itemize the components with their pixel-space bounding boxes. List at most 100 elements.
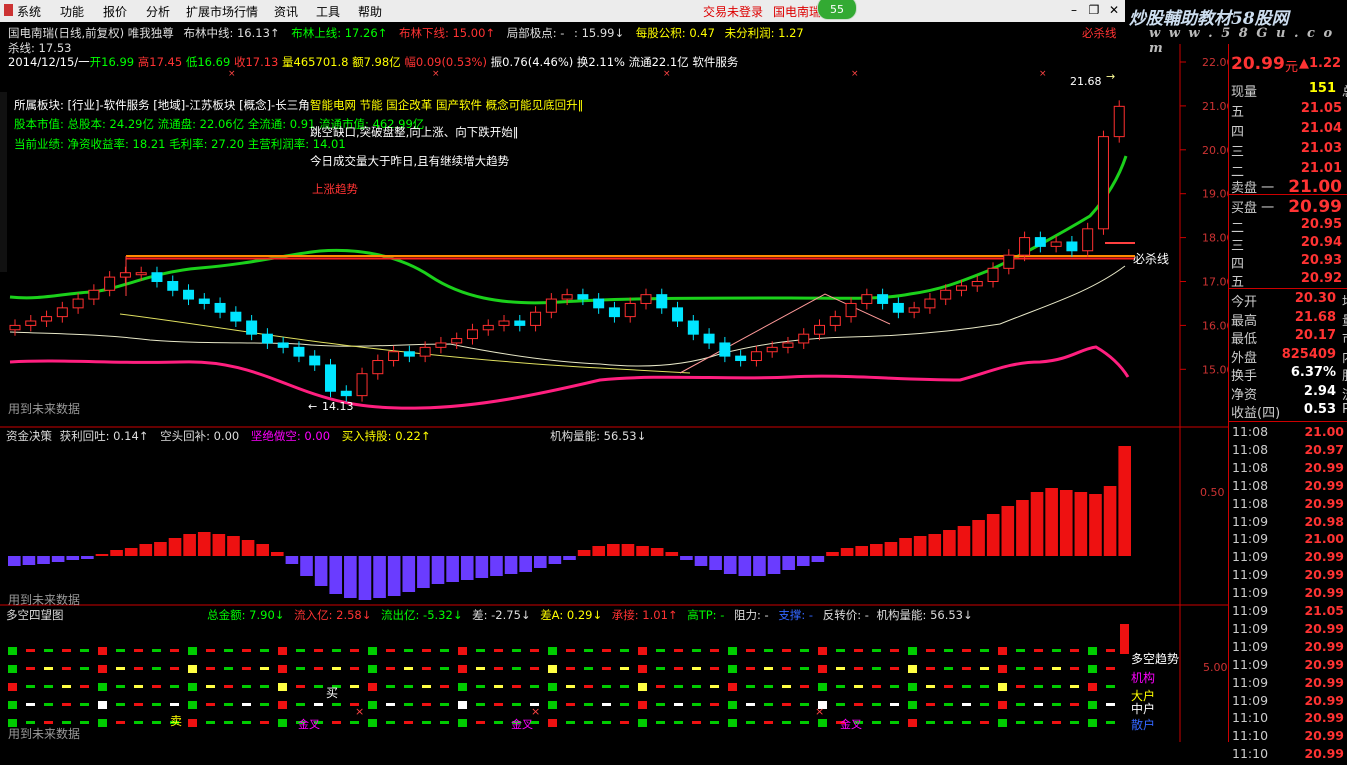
tick-row[interactable]: 11:09 20.99 xyxy=(1229,567,1347,586)
fund-bar xyxy=(197,532,211,556)
signal-dash xyxy=(908,665,917,673)
tick-row[interactable]: 11:09 20.98 xyxy=(1229,514,1347,533)
tick-row[interactable]: 11:09 20.99 xyxy=(1229,657,1347,676)
tick-row[interactable]: 11:09 21.00 xyxy=(1229,531,1347,550)
connection-badge[interactable]: 55 xyxy=(817,0,857,20)
signal-dash xyxy=(980,649,989,652)
chart-area[interactable]: 22.00 21.00 20.00 19.00 18.00 17.00 16.00 15.00… xyxy=(0,44,1228,742)
stock-tab[interactable]: 国电南瑞 xyxy=(773,3,821,20)
signal-dash xyxy=(152,649,161,652)
ask-level-3-label: 三 xyxy=(1231,145,1245,160)
bid-level-2[interactable]: 二 20.95 xyxy=(1229,216,1347,236)
tick-row[interactable]: 11:09 20.99 xyxy=(1229,549,1347,568)
stat-1[interactable]: 最高 21.68 量 xyxy=(1229,309,1347,329)
signal-dash xyxy=(836,649,845,652)
svg-text:×: × xyxy=(851,69,859,79)
stat-0[interactable]: 今开 20.30 均 xyxy=(1229,290,1347,310)
signal-dash xyxy=(908,719,917,727)
tick-row[interactable]: 11:10 20.99 xyxy=(1229,746,1347,765)
signal-dash xyxy=(674,685,683,688)
must-kill-top: 必杀线 xyxy=(1082,26,1117,40)
signal-dash xyxy=(98,665,107,673)
fund-bar xyxy=(124,548,138,556)
menu-system[interactable]: 系统 xyxy=(17,3,41,20)
tick-price: 20.99 xyxy=(1304,477,1344,493)
candlesticks xyxy=(9,100,1125,402)
sub2-y-label: 5.00 xyxy=(1203,661,1228,674)
tick-row[interactable]: 11:09 20.99 xyxy=(1229,621,1347,640)
boll-lower-line xyxy=(9,345,1130,410)
stat-5-edge: 流 xyxy=(1342,384,1347,403)
tick-time: 11:09 xyxy=(1232,674,1269,690)
ask-level-3[interactable]: 三 21.03 xyxy=(1229,140,1347,160)
signal-dash xyxy=(1106,649,1115,652)
tick-row[interactable]: 11:10 20.99 xyxy=(1229,710,1347,729)
stat-5-value: 2.94 xyxy=(1303,383,1336,399)
stat-4[interactable]: 换手 6.37% 股 xyxy=(1229,364,1347,384)
restore-icon[interactable]: ❐ xyxy=(1086,2,1102,18)
tick-row[interactable]: 11:08 20.99 xyxy=(1229,478,1347,497)
fund-bar xyxy=(753,556,766,576)
login-status[interactable]: 交易未登录 xyxy=(703,3,763,20)
signal-dash xyxy=(458,665,467,673)
bid-level-4[interactable]: 四 20.93 xyxy=(1229,252,1347,272)
fund-bar xyxy=(782,556,795,570)
signal-dash xyxy=(1088,701,1097,709)
tick-row[interactable]: 11:08 20.99 xyxy=(1229,496,1347,515)
fund-bar xyxy=(972,520,985,556)
bid-level-1[interactable]: 买盘 一 20.99 xyxy=(1229,196,1347,217)
candle-body xyxy=(246,320,258,335)
fund-bar xyxy=(957,526,971,556)
signal-dash xyxy=(620,649,629,652)
menu-analysis[interactable]: 分析 xyxy=(146,3,170,20)
tick-price: 20.99 xyxy=(1304,620,1344,636)
fund-bar xyxy=(1103,486,1117,556)
sub1-header: 资金决策 获利回吐: 0.14↑ 空头回补: 0.00 坚绝做空: 0.00 买… xyxy=(6,428,646,444)
signal-dash xyxy=(980,667,989,670)
signal-dash xyxy=(440,667,449,670)
menu-help[interactable]: 帮助 xyxy=(358,3,382,20)
tick-row[interactable]: 11:09 20.99 xyxy=(1229,675,1347,694)
signal-dash xyxy=(80,667,89,670)
tick-row[interactable]: 11:08 20.99 xyxy=(1229,460,1347,479)
fund-bar xyxy=(738,556,752,576)
stat-2[interactable]: 最低 20.17 市 xyxy=(1229,327,1347,347)
fund-bar xyxy=(563,556,576,560)
ask-level-4[interactable]: 四 21.04 xyxy=(1229,120,1347,140)
signal-dash xyxy=(908,647,917,655)
tick-row[interactable]: 11:09 21.05 xyxy=(1229,603,1347,622)
signal-dash xyxy=(998,665,1007,673)
tick-row[interactable]: 11:09 20.99 xyxy=(1229,639,1347,658)
menu-quote[interactable]: 报价 xyxy=(103,3,127,20)
sub1-firm-short: 坚绝做空: 0.00 xyxy=(250,429,331,443)
fund-bar xyxy=(607,544,620,556)
tick-row[interactable]: 11:08 20.97 xyxy=(1229,442,1347,461)
bid-level-5[interactable]: 五 20.92 xyxy=(1229,270,1347,290)
signal-dash xyxy=(944,721,953,724)
menu-extended-market[interactable]: 扩展市场行情 xyxy=(186,3,258,20)
tick-row[interactable]: 11:09 20.99 xyxy=(1229,585,1347,604)
tick-row[interactable]: 11:08 21.00 xyxy=(1229,424,1347,443)
ask-level-1[interactable]: 卖盘 一 21.00 xyxy=(1229,176,1347,197)
ask-level-5[interactable]: 五 21.05 xyxy=(1229,100,1347,120)
bid-level-3[interactable]: 三 20.94 xyxy=(1229,234,1347,254)
menu-news[interactable]: 资讯 xyxy=(274,3,298,20)
signal-dash xyxy=(206,721,215,724)
stat-6[interactable]: 收益(四) 0.53 PE xyxy=(1229,401,1347,421)
stat-5[interactable]: 净资 2.94 流 xyxy=(1229,383,1347,403)
tick-row[interactable]: 11:09 20.99 xyxy=(1229,693,1347,712)
menu-function[interactable]: 功能 xyxy=(60,3,84,20)
signal-dash xyxy=(674,703,683,706)
menu-tools[interactable]: 工具 xyxy=(316,3,340,20)
minimize-icon[interactable]: – xyxy=(1066,2,1082,18)
tick-time: 11:08 xyxy=(1232,424,1269,439)
close-icon[interactable]: ✕ xyxy=(1106,2,1122,18)
fund-bar xyxy=(66,556,80,560)
signal-dash xyxy=(782,649,791,652)
fund-bar xyxy=(227,536,240,556)
tick-row[interactable]: 11:10 20.99 xyxy=(1229,728,1347,747)
tick-time: 11:09 xyxy=(1232,585,1269,601)
stat-3[interactable]: 外盘 825409 内 xyxy=(1229,346,1347,366)
signal-dash xyxy=(692,649,701,652)
signal-dash xyxy=(980,685,989,688)
